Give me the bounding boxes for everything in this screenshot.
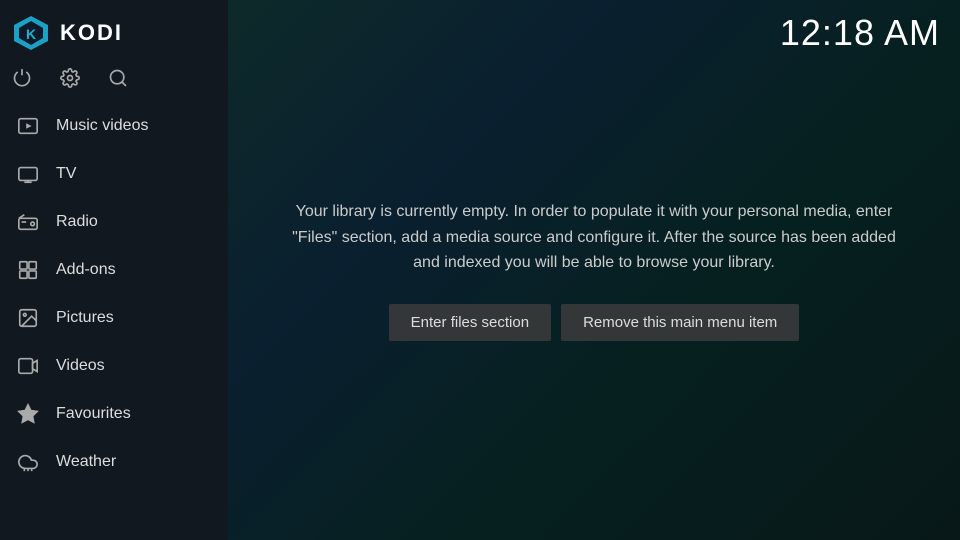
enter-files-button[interactable]: Enter files section — [389, 304, 551, 341]
sidebar-item-radio[interactable]: Radio — [0, 198, 228, 246]
search-icon[interactable] — [108, 68, 128, 88]
music-videos-icon — [14, 112, 42, 140]
content-area: Your library is currently empty. In orde… — [228, 0, 960, 540]
sidebar-item-favourites-label: Favourites — [56, 405, 131, 423]
sidebar-item-tv-label: TV — [56, 165, 76, 183]
sidebar-item-favourites[interactable]: Favourites — [0, 390, 228, 438]
sidebar-item-pictures-label: Pictures — [56, 309, 114, 327]
main-content: 12:18 AM Your library is currently empty… — [228, 0, 960, 540]
action-buttons: Enter files section Remove this main men… — [389, 304, 800, 341]
favourites-icon — [14, 400, 42, 428]
pictures-icon — [14, 304, 42, 332]
videos-icon — [14, 352, 42, 380]
remove-menu-item-button[interactable]: Remove this main menu item — [561, 304, 799, 341]
sidebar-item-tv[interactable]: TV — [0, 150, 228, 198]
sidebar-item-radio-label: Radio — [56, 213, 98, 231]
settings-icon[interactable] — [60, 68, 80, 88]
sidebar: K KODI — [0, 0, 228, 540]
sidebar-item-add-ons-label: Add-ons — [56, 261, 116, 279]
empty-library-message: Your library is currently empty. In orde… — [288, 199, 900, 276]
toolbar — [0, 62, 228, 102]
svg-text:K: K — [26, 26, 36, 42]
radio-icon — [14, 208, 42, 236]
power-icon[interactable] — [12, 68, 32, 88]
sidebar-item-weather-label: Weather — [56, 453, 116, 471]
sidebar-item-music-videos-label: Music videos — [56, 117, 148, 135]
sidebar-item-add-ons[interactable]: Add-ons — [0, 246, 228, 294]
logo-area: K KODI — [0, 0, 228, 62]
nav-menu: Music videos TV R — [0, 102, 228, 540]
sidebar-item-videos-label: Videos — [56, 357, 105, 375]
sidebar-item-videos[interactable]: Videos — [0, 342, 228, 390]
addons-icon — [14, 256, 42, 284]
clock-display: 12:18 AM — [780, 12, 940, 54]
kodi-logo-icon: K — [12, 14, 50, 52]
sidebar-item-music-videos[interactable]: Music videos — [0, 102, 228, 150]
sidebar-item-weather[interactable]: Weather — [0, 438, 228, 486]
weather-icon — [14, 448, 42, 476]
sidebar-item-pictures[interactable]: Pictures — [0, 294, 228, 342]
app-title: KODI — [60, 20, 123, 46]
tv-icon — [14, 160, 42, 188]
